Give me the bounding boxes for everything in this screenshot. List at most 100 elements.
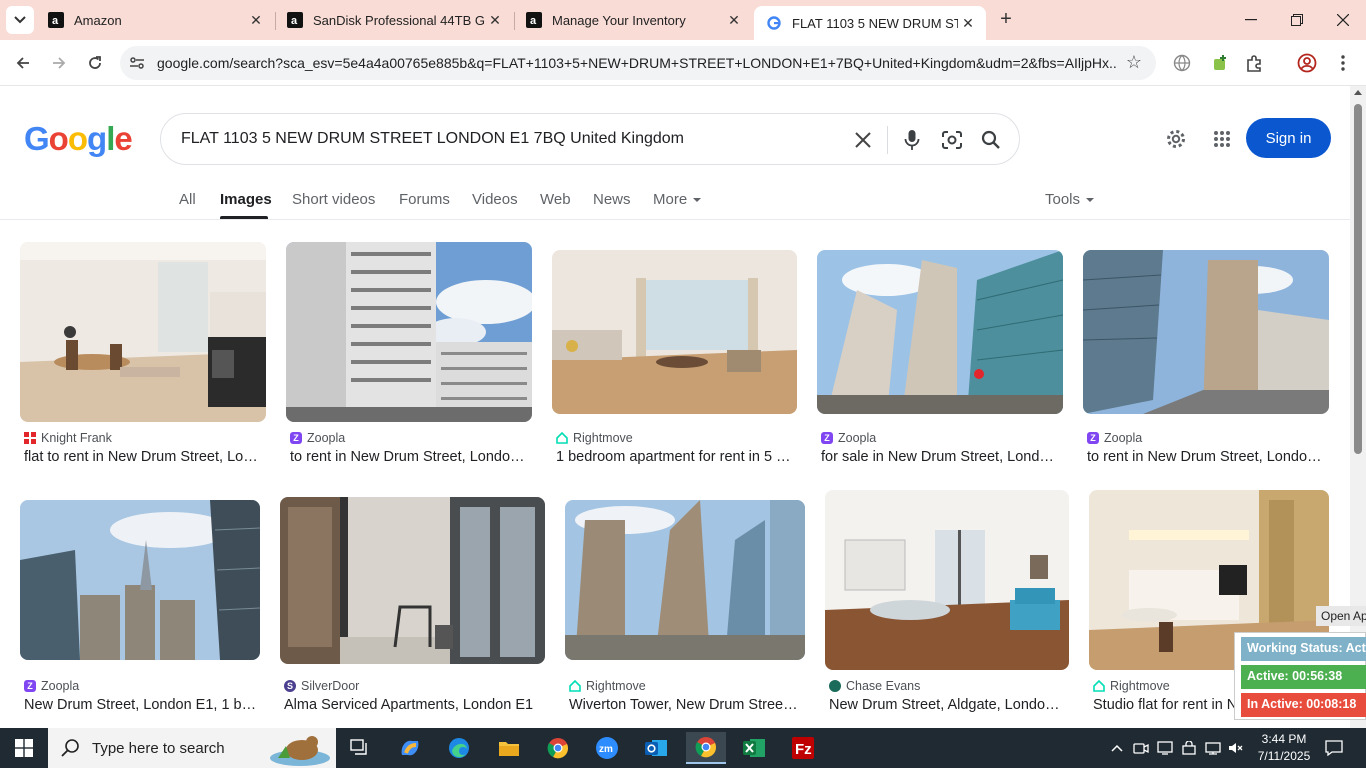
- microphone-icon[interactable]: [900, 128, 924, 152]
- sign-in-button[interactable]: Sign in: [1246, 118, 1331, 158]
- result-thumbnail[interactable]: [20, 242, 266, 422]
- tab-short-videos[interactable]: Short videos: [292, 191, 375, 208]
- result-source[interactable]: S SilverDoor: [284, 679, 359, 693]
- close-icon[interactable]: ✕: [246, 12, 266, 29]
- forward-button[interactable]: [44, 48, 74, 78]
- close-icon[interactable]: ✕: [724, 12, 744, 29]
- network-security-icon[interactable]: [1179, 728, 1199, 768]
- new-tab-button[interactable]: +: [994, 8, 1018, 32]
- menu-kebab-icon[interactable]: [1332, 52, 1354, 74]
- settings-gear-icon[interactable]: [1163, 126, 1189, 152]
- extensions-icon[interactable]: [1243, 52, 1265, 74]
- tray-overflow-chevron-icon[interactable]: [1108, 728, 1126, 768]
- file-explorer-app[interactable]: [489, 732, 529, 764]
- result-source[interactable]: Z Zoopla: [821, 431, 876, 445]
- tab-forums[interactable]: Forums: [399, 191, 450, 208]
- minimize-button[interactable]: [1228, 0, 1274, 40]
- result-caption[interactable]: to rent in New Drum Street, London, E1: [290, 449, 526, 465]
- tab-manage-inventory[interactable]: a Manage Your Inventory ✕: [514, 0, 752, 40]
- task-view-button[interactable]: [340, 732, 380, 764]
- tab-news[interactable]: News: [593, 191, 631, 208]
- tab-sandisk[interactable]: a SanDisk Professional 44TB G-RA ✕: [275, 0, 513, 40]
- open-app-button[interactable]: Open Ap: [1316, 606, 1366, 626]
- result-source[interactable]: Knight Frank: [24, 431, 112, 445]
- result-thumbnail[interactable]: [20, 500, 260, 660]
- result-thumbnail[interactable]: [1083, 250, 1329, 414]
- notifications-icon[interactable]: [1322, 728, 1346, 768]
- result-caption[interactable]: for sale in New Drum Street, London, E1: [821, 449, 1057, 465]
- reload-icon: [89, 56, 101, 69]
- result-source[interactable]: Rightmove: [569, 679, 646, 693]
- back-button[interactable]: [8, 48, 38, 78]
- excel-app[interactable]: [734, 732, 774, 764]
- taskbar-search-box[interactable]: Type here to search: [48, 728, 336, 768]
- volume-muted-icon[interactable]: [1226, 728, 1246, 768]
- lens-camera-icon[interactable]: [940, 128, 964, 152]
- tab-all[interactable]: All: [179, 191, 196, 208]
- tab-images[interactable]: Images: [220, 191, 272, 208]
- result-caption[interactable]: 1 bedroom apartment for rent in 5 New Dr…: [556, 449, 792, 465]
- bookmark-star-icon[interactable]: ☆: [1126, 52, 1142, 73]
- search-icon[interactable]: [979, 128, 1003, 152]
- tab-search-button[interactable]: [6, 6, 34, 34]
- clear-search-icon[interactable]: [851, 128, 875, 152]
- result-caption[interactable]: Alma Serviced Apartments, London E1: [284, 697, 540, 713]
- result-source[interactable]: Rightmove: [556, 431, 633, 445]
- scrollbar-thumb[interactable]: [1354, 104, 1362, 454]
- zoom-app[interactable]: zm: [587, 732, 627, 764]
- google-apps-icon[interactable]: [1209, 126, 1235, 152]
- profile-icon[interactable]: [1296, 52, 1318, 74]
- browser-tab-strip: a Amazon ✕ a SanDisk Professional 44TB G…: [0, 0, 1366, 40]
- close-icon[interactable]: ✕: [958, 15, 978, 32]
- search-input[interactable]: FLAT 1103 5 NEW DRUM STREET LONDON E1 7B…: [181, 130, 684, 148]
- result-caption[interactable]: New Drum Street, Aldgate, London E1: [829, 697, 1061, 713]
- tab-web[interactable]: Web: [540, 191, 571, 208]
- chrome-app[interactable]: [538, 732, 578, 764]
- extension-puzzle-green-icon[interactable]: [1209, 52, 1231, 74]
- result-source[interactable]: Z Zoopla: [290, 431, 345, 445]
- tab-more[interactable]: More: [653, 191, 702, 208]
- scroll-up-arrow-icon[interactable]: [1354, 90, 1362, 95]
- edge-icon: [449, 738, 469, 758]
- outlook-app[interactable]: [636, 732, 676, 764]
- result-thumbnail[interactable]: [286, 242, 532, 422]
- tab-amazon[interactable]: a Amazon ✕: [36, 0, 274, 40]
- taskbar-clock[interactable]: 3:44 PM 7/11/2025: [1252, 731, 1316, 765]
- result-thumbnail[interactable]: [825, 490, 1069, 670]
- start-button[interactable]: [0, 728, 48, 768]
- result-thumbnail[interactable]: [565, 500, 805, 660]
- result-caption[interactable]: New Drum Street, London E1, 1 bedroom: [24, 697, 260, 713]
- restore-button[interactable]: [1274, 0, 1320, 40]
- reload-button[interactable]: [80, 48, 110, 78]
- result-caption[interactable]: Wiverton Tower, New Drum Street, London: [569, 697, 801, 713]
- result-thumbnail[interactable]: [280, 497, 545, 664]
- display-icon[interactable]: [1155, 728, 1175, 768]
- close-icon[interactable]: ✕: [485, 12, 505, 29]
- filezilla-app[interactable]: Fz: [783, 732, 823, 764]
- result-source[interactable]: Z Zoopla: [1087, 431, 1142, 445]
- tab-google-search[interactable]: FLAT 1103 5 NEW DRUM STREE ✕: [754, 6, 986, 40]
- result-caption[interactable]: to rent in New Drum Street, London, E1: [1087, 449, 1323, 465]
- address-bar[interactable]: google.com/search?sca_esv=5e4a4a00765e88…: [120, 46, 1156, 80]
- chrome-active-app[interactable]: [686, 732, 726, 764]
- meet-now-icon[interactable]: [1131, 728, 1151, 768]
- translate-icon[interactable]: [1171, 52, 1193, 74]
- result-source[interactable]: Chase Evans: [829, 679, 920, 693]
- result-thumbnail[interactable]: [817, 250, 1063, 414]
- chrome-icon: [547, 738, 568, 759]
- search-box[interactable]: FLAT 1103 5 NEW DRUM STREET LONDON E1 7B…: [160, 113, 1020, 165]
- close-window-button[interactable]: [1320, 0, 1366, 40]
- active-tab-indicator: [220, 216, 268, 219]
- result-thumbnail[interactable]: [552, 250, 797, 414]
- tab-videos[interactable]: Videos: [472, 191, 518, 208]
- edge-app[interactable]: [439, 732, 479, 764]
- tools-button[interactable]: Tools: [1045, 191, 1095, 208]
- result-caption[interactable]: flat to rent in New Drum Street, London,…: [24, 449, 260, 465]
- google-logo[interactable]: Google: [24, 120, 133, 158]
- result-source[interactable]: Z Zoopla: [24, 679, 79, 693]
- result-source[interactable]: Rightmove: [1093, 679, 1170, 693]
- copilot-app[interactable]: [390, 732, 430, 764]
- site-info-icon[interactable]: [128, 54, 146, 72]
- network-icon[interactable]: [1203, 728, 1223, 768]
- search-divider: [887, 126, 888, 154]
